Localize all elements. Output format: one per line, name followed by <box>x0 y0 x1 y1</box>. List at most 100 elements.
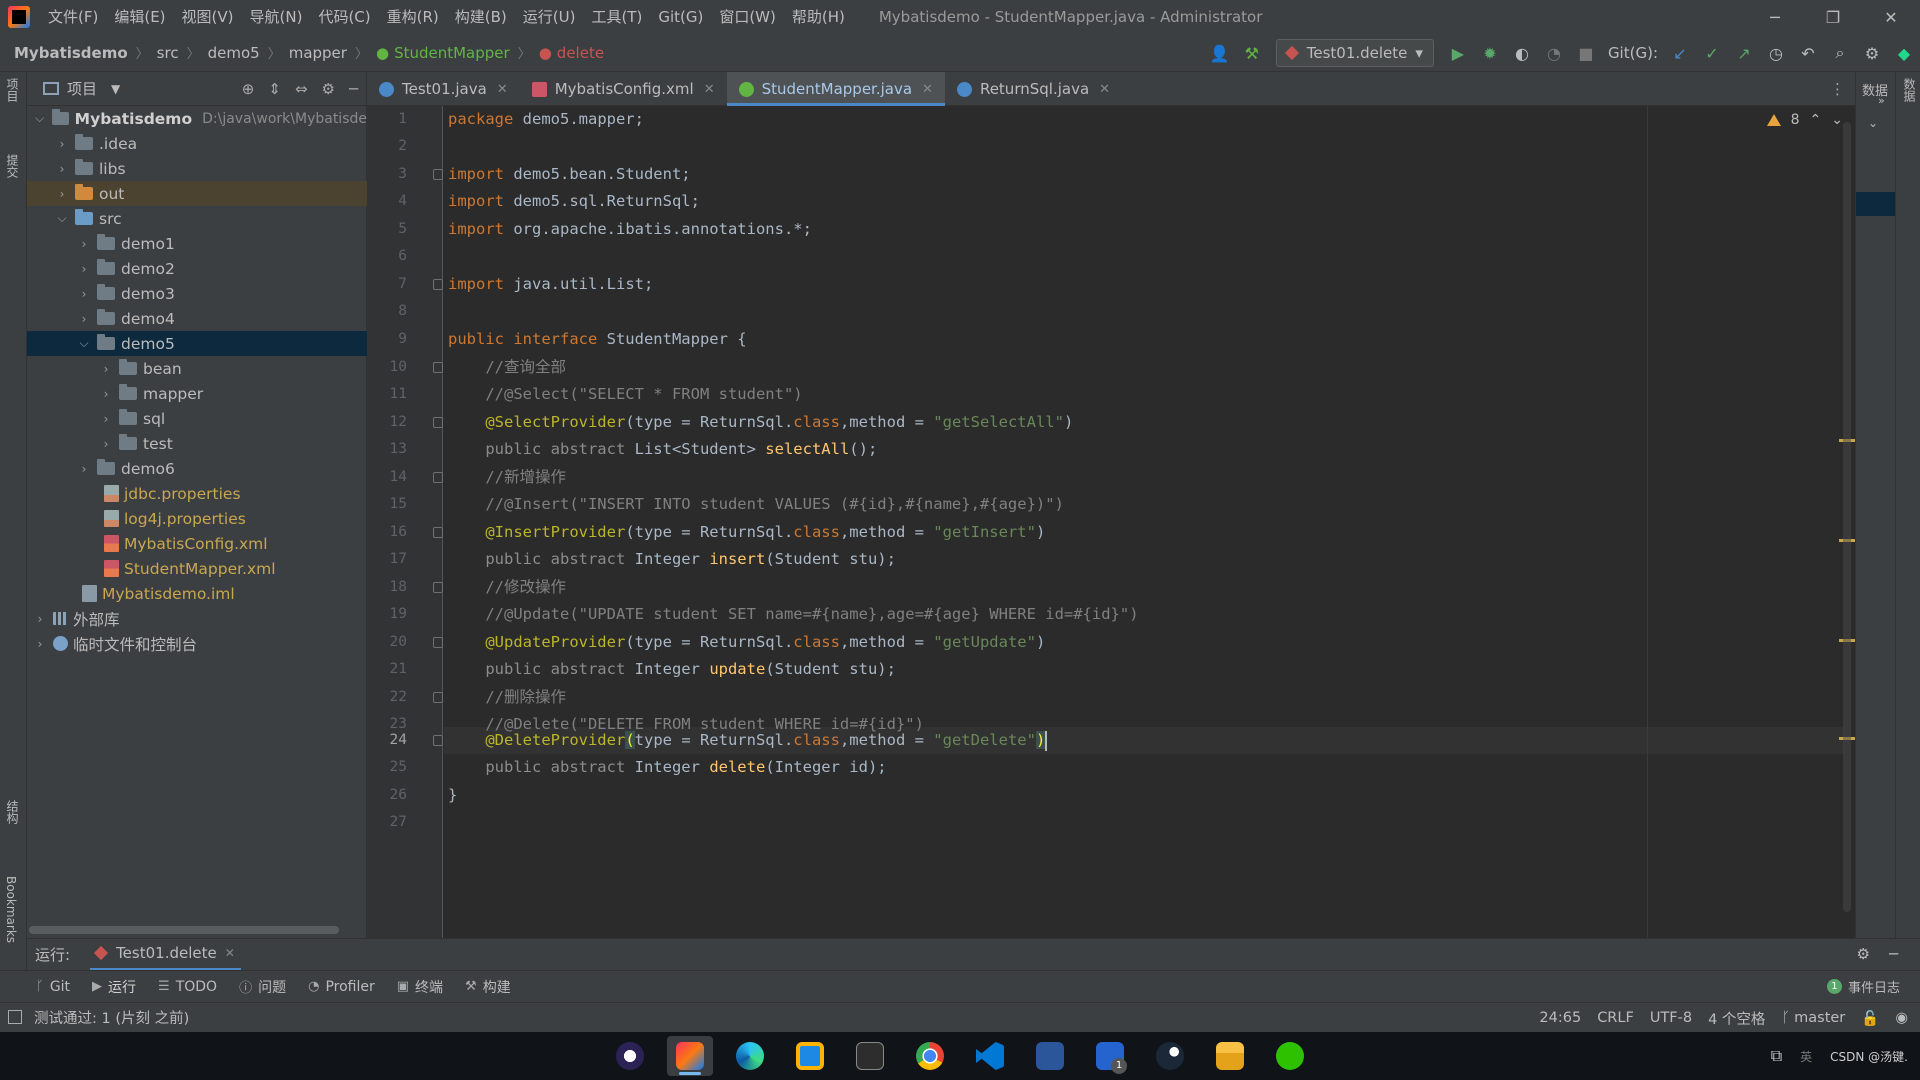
tree-node-jdbc-properties[interactable]: jdbc.properties <box>27 481 367 506</box>
chevron-right-icon[interactable]: › <box>99 437 113 451</box>
hide-panel-icon[interactable]: ─ <box>349 80 358 98</box>
tree-node-mapper[interactable]: › mapper <box>27 381 367 406</box>
close-icon[interactable]: ✕ <box>1099 82 1110 97</box>
layout-icon[interactable] <box>8 1010 22 1024</box>
project-tool-tab[interactable]: 项目 <box>4 78 21 102</box>
tool-todo[interactable]: ☰ TODO <box>158 979 217 995</box>
structure-tool-tab[interactable]: 结构 <box>4 800 21 824</box>
expand-all-icon[interactable]: ⇕ <box>268 80 281 98</box>
taskbar-intellij-icon[interactable] <box>667 1036 713 1076</box>
fold-marker-icon[interactable] <box>433 527 443 538</box>
vertical-scrollbar[interactable] <box>1843 122 1851 912</box>
tree-node-mybatisconfig-xml[interactable]: MybatisConfig.xml <box>27 531 367 556</box>
breadcrumb-mapper[interactable]: mapper <box>289 44 347 62</box>
chevron-right-icon[interactable]: › <box>77 262 91 276</box>
fold-marker-icon[interactable] <box>433 735 443 746</box>
tree-node-studentmapper-xml[interactable]: StudentMapper.xml <box>27 556 367 581</box>
locate-icon[interactable]: ⊕ <box>242 80 255 98</box>
tree-node-idea[interactable]: › .idea <box>27 131 367 156</box>
chevron-right-icon[interactable]: › <box>55 187 69 201</box>
user-icon[interactable]: 👤 <box>1204 34 1236 72</box>
taskbar-eclipse-icon[interactable] <box>607 1036 653 1076</box>
chevron-right-icon[interactable]: › <box>99 362 113 376</box>
menu-build[interactable]: 构建(B) <box>447 0 515 34</box>
taskbar-word-icon[interactable] <box>1027 1036 1073 1076</box>
search-icon[interactable]: ⌕ <box>1824 34 1856 72</box>
more-tabs-icon[interactable]: ⋮ <box>1830 80 1845 98</box>
tree-node-demo1[interactable]: › demo1 <box>27 231 367 256</box>
git-update-icon[interactable]: ↙ <box>1664 34 1696 72</box>
chevron-right-icon[interactable]: › <box>77 462 91 476</box>
profile-icon[interactable]: ◔ <box>1538 34 1570 72</box>
tool-git[interactable]: ᚴ Git <box>36 979 70 995</box>
menu-git[interactable]: Git(G) <box>650 0 711 34</box>
fold-marker-icon[interactable] <box>433 362 443 373</box>
git-commit-icon[interactable]: ✓ <box>1696 34 1728 72</box>
tree-node-log4j-properties[interactable]: log4j.properties <box>27 506 367 531</box>
commit-tool-tab[interactable]: 提交 <box>4 154 21 178</box>
menu-help[interactable]: 帮助(H) <box>784 0 853 34</box>
tool-run[interactable]: ▶ 运行 <box>92 977 136 997</box>
tab-returnsql-java[interactable]: ReturnSql.java ✕ <box>945 72 1122 106</box>
taskbar-steam-icon[interactable] <box>1147 1036 1193 1076</box>
task-view-icon[interactable]: ⧉ <box>1771 1046 1782 1066</box>
menu-run[interactable]: 运行(U) <box>515 0 584 34</box>
line-separator[interactable]: CRLF <box>1597 1010 1634 1026</box>
tree-node-demo2[interactable]: › demo2 <box>27 256 367 281</box>
breadcrumb-method[interactable]: delete <box>557 44 604 62</box>
file-encoding[interactable]: UTF-8 <box>1650 1010 1692 1026</box>
tree-node-test[interactable]: › test <box>27 431 367 456</box>
close-icon[interactable]: ✕ <box>922 82 933 97</box>
chevron-down-icon[interactable]: ⌵ <box>55 211 69 226</box>
tree-node-external-libs[interactable]: › 外部库 <box>27 606 367 631</box>
plugin-logo-icon[interactable]: ◆ <box>1888 34 1920 72</box>
rollback-icon[interactable]: ↶ <box>1792 34 1824 72</box>
indent-setting[interactable]: 4 个空格 <box>1708 1008 1765 1029</box>
chevron-right-icon[interactable]: › <box>55 162 69 176</box>
chevron-right-icon[interactable]: › <box>33 637 47 651</box>
tree-node-demo4[interactable]: › demo4 <box>27 306 367 331</box>
tree-node-out[interactable]: › out <box>27 181 367 206</box>
settings-gear-icon[interactable]: ⚙ <box>1857 945 1870 963</box>
breadcrumb-src[interactable]: src <box>157 44 179 62</box>
tool-build[interactable]: ⚒ 构建 <box>465 977 511 997</box>
taskbar-todo-icon[interactable]: 1 <box>1087 1036 1133 1076</box>
menu-tools[interactable]: 工具(T) <box>583 0 650 34</box>
chevron-down-icon[interactable]: ⌄ <box>1868 116 1878 130</box>
memory-indicator-icon[interactable]: ◉ <box>1895 1010 1908 1026</box>
menu-navigate[interactable]: 导航(N) <box>242 0 311 34</box>
chevron-right-icon[interactable]: › <box>77 237 91 251</box>
taskbar-terminal-icon[interactable] <box>847 1036 893 1076</box>
restore-icon[interactable]: ❐ <box>1804 0 1862 34</box>
database-tool-tab[interactable]: 数据 <box>1901 78 1918 102</box>
build-hammer-icon[interactable]: ⚒ <box>1236 34 1268 72</box>
stop-icon[interactable]: ■ <box>1570 34 1602 72</box>
hide-panel-icon[interactable]: ─ <box>1889 945 1898 963</box>
tab-mybatisconfig-xml[interactable]: MybatisConfig.xml ✕ <box>520 72 727 106</box>
run-config-dropdown[interactable]: Test01.delete ▾ <box>1275 39 1434 67</box>
tree-node-iml[interactable]: Mybatisdemo.iml <box>27 581 367 606</box>
history-icon[interactable]: ◷ <box>1760 34 1792 72</box>
fold-marker-icon[interactable] <box>433 637 443 648</box>
chevron-up-icon[interactable]: ⌃ <box>1810 112 1822 128</box>
close-icon[interactable]: ✕ <box>497 82 508 97</box>
taskbar-wechat-icon[interactable] <box>1267 1036 1313 1076</box>
close-icon[interactable]: ✕ <box>704 82 715 97</box>
git-push-icon[interactable]: ↗ <box>1728 34 1760 72</box>
breadcrumb-demo5[interactable]: demo5 <box>208 44 260 62</box>
chevron-down-icon[interactable]: ⌵ <box>77 336 91 351</box>
close-window-icon[interactable]: ✕ <box>1862 0 1920 34</box>
tree-node-libs[interactable]: › libs <box>27 156 367 181</box>
tree-node-demo6[interactable]: › demo6 <box>27 456 367 481</box>
menu-code[interactable]: 代码(C) <box>310 0 378 34</box>
menu-edit[interactable]: 编辑(E) <box>106 0 173 34</box>
project-panel-title[interactable]: 项目 <box>67 78 97 99</box>
chevron-right-icon[interactable]: › <box>99 412 113 426</box>
tool-terminal[interactable]: ▣ 终端 <box>397 977 443 997</box>
inspection-widget[interactable]: 8 ⌃ ⌄ <box>1766 112 1843 128</box>
menu-view[interactable]: 视图(V) <box>174 0 242 34</box>
chevron-down-icon[interactable]: ▼ <box>111 82 120 96</box>
horizontal-scrollbar[interactable] <box>29 926 339 934</box>
caret-position[interactable]: 24:65 <box>1539 1010 1581 1026</box>
taskbar-app-icon[interactable] <box>787 1036 833 1076</box>
